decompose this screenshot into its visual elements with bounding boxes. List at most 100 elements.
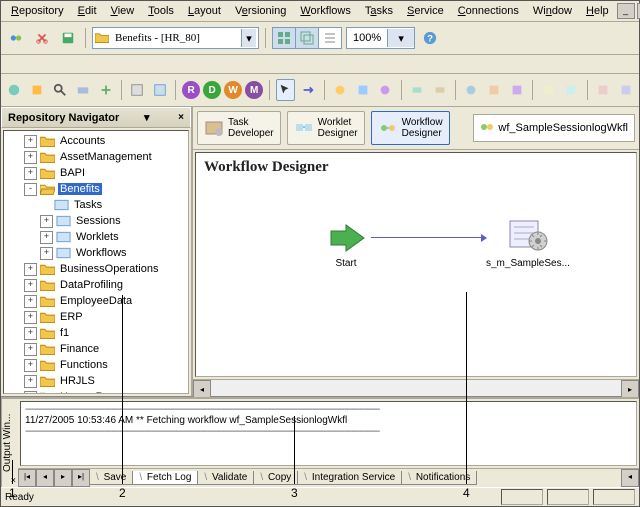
scroll-track[interactable] (211, 380, 621, 396)
orb-w[interactable]: W (224, 81, 242, 99)
menu-tools[interactable]: Tools (142, 3, 180, 19)
menu-service[interactable]: Service (401, 3, 450, 19)
tree-node[interactable]: +Workflows (4, 245, 188, 261)
tool-icon[interactable] (5, 79, 24, 101)
expand-icon[interactable]: + (40, 215, 53, 228)
expand-icon[interactable]: + (24, 295, 37, 308)
orb-r[interactable]: R (182, 81, 200, 99)
task-developer-button[interactable]: TaskDeveloper (197, 111, 281, 145)
tree-node[interactable]: +ERP (4, 309, 188, 325)
tool-icon[interactable] (96, 79, 115, 101)
tree-node[interactable]: +Accounts (4, 133, 188, 149)
connect-icon[interactable] (5, 27, 27, 49)
output-tab-notifications[interactable]: Notifications (401, 471, 477, 485)
expand-icon[interactable]: + (24, 359, 37, 372)
expand-icon[interactable]: + (40, 231, 53, 244)
menu-layout[interactable]: Layout (182, 3, 227, 19)
tool-icon[interactable] (508, 79, 527, 101)
minimize-button[interactable]: _ (617, 3, 635, 19)
worklet-designer-button[interactable]: WorkletDesigner (287, 111, 365, 145)
tab-scroll[interactable]: ◂ (621, 469, 639, 487)
expand-icon[interactable]: + (24, 391, 37, 395)
view-grid-icon[interactable] (273, 28, 296, 48)
session-node[interactable]: s_m_SampleSes... (486, 215, 570, 269)
menu-view[interactable]: View (105, 3, 141, 19)
chevron-down-icon[interactable]: ▾ (387, 29, 414, 47)
workflow-designer-button[interactable]: WorkflowDesigner (371, 111, 450, 145)
tree-node[interactable]: +HRJLS (4, 373, 188, 389)
tool-icon[interactable] (128, 79, 147, 101)
output-tab-save[interactable]: Save (89, 471, 133, 485)
tree-node[interactable]: +EmployeeData (4, 293, 188, 309)
tree-node[interactable]: +Finance (4, 341, 188, 357)
canvas-scrollbar[interactable]: ◂ ▸ (193, 379, 639, 396)
cut-icon[interactable] (31, 27, 53, 49)
pointer-icon[interactable] (276, 79, 295, 101)
help-icon[interactable]: ? (419, 27, 441, 49)
menu-edit[interactable]: Edit (72, 3, 103, 19)
folder-combo[interactable]: ▾ (92, 27, 259, 49)
workflow-link[interactable] (371, 237, 486, 238)
save-icon[interactable] (57, 27, 79, 49)
folder-combo-input[interactable] (113, 31, 237, 45)
output-tab-fetch-log[interactable]: Fetch Log (132, 471, 198, 485)
restore-button[interactable]: ❐ (637, 3, 640, 19)
tool-icon[interactable] (430, 79, 449, 101)
expand-icon[interactable]: + (24, 343, 37, 356)
tool-icon[interactable] (539, 79, 558, 101)
menu-repository[interactable]: Repository (5, 3, 70, 19)
tool-icon[interactable] (562, 79, 581, 101)
menu-tasks[interactable]: Tasks (359, 3, 399, 19)
output-tab-validate[interactable]: Validate (197, 471, 254, 485)
tool-icon[interactable] (594, 79, 613, 101)
tool-icon[interactable] (353, 79, 372, 101)
tree-node[interactable]: +Worklets (4, 229, 188, 245)
orb-m[interactable]: M (245, 81, 263, 99)
expand-icon[interactable]: + (24, 279, 37, 292)
menu-help[interactable]: Help (580, 3, 615, 19)
menu-workflows[interactable]: Workflows (294, 3, 357, 19)
menu-window[interactable]: Window (527, 3, 578, 19)
tool-icon[interactable] (616, 79, 635, 101)
expand-icon[interactable]: + (24, 311, 37, 324)
tree-node[interactable]: +HumanResources (4, 389, 188, 394)
tree-node[interactable]: +BAPI (4, 165, 188, 181)
tree-node[interactable]: +DataProfiling (4, 277, 188, 293)
tool-icon[interactable] (151, 79, 170, 101)
tree-node[interactable]: +Functions (4, 357, 188, 373)
chevron-down-icon[interactable]: ▾ (144, 111, 150, 124)
output-tab-copy[interactable]: Copy (253, 471, 298, 485)
link-icon[interactable] (299, 79, 318, 101)
tab-nav-prev[interactable]: ◂ (36, 469, 54, 487)
tool-icon[interactable] (28, 79, 47, 101)
close-icon[interactable]: × (11, 475, 16, 485)
search-icon[interactable] (51, 79, 70, 101)
tool-icon[interactable] (462, 79, 481, 101)
view-list-icon[interactable] (319, 28, 341, 48)
tree-node[interactable]: +BusinessOperations (4, 261, 188, 277)
zoom-combo[interactable]: 100% ▾ (346, 27, 415, 49)
expand-icon[interactable]: + (24, 327, 37, 340)
view-toggle[interactable] (272, 27, 342, 49)
menu-connections[interactable]: Connections (452, 3, 525, 19)
tool-icon[interactable] (376, 79, 395, 101)
tree-node[interactable]: Tasks (4, 197, 188, 213)
expand-icon[interactable]: + (40, 247, 53, 260)
tree-node[interactable]: +AssetManagement (4, 149, 188, 165)
output-log[interactable]: ----------------------------------------… (20, 401, 637, 466)
tool-icon[interactable] (485, 79, 504, 101)
expand-icon[interactable]: + (24, 167, 37, 180)
tree-node[interactable]: +Sessions (4, 213, 188, 229)
workflow-name-field[interactable]: wf_SampleSessionlogWkfl (473, 114, 635, 142)
tool-icon[interactable] (408, 79, 427, 101)
tab-nav-first[interactable]: |◂ (18, 469, 36, 487)
output-tab-integration-service[interactable]: Integration Service (297, 471, 402, 485)
expand-icon[interactable]: + (24, 135, 37, 148)
tab-nav-last[interactable]: ▸| (72, 469, 90, 487)
expand-icon[interactable]: + (24, 151, 37, 164)
tool-icon[interactable] (73, 79, 92, 101)
orb-d[interactable]: D (203, 81, 221, 99)
workflow-canvas[interactable]: Workflow Designer Start (195, 152, 637, 377)
tree-node[interactable]: +f1 (4, 325, 188, 341)
chevron-down-icon[interactable]: ▾ (241, 29, 256, 47)
